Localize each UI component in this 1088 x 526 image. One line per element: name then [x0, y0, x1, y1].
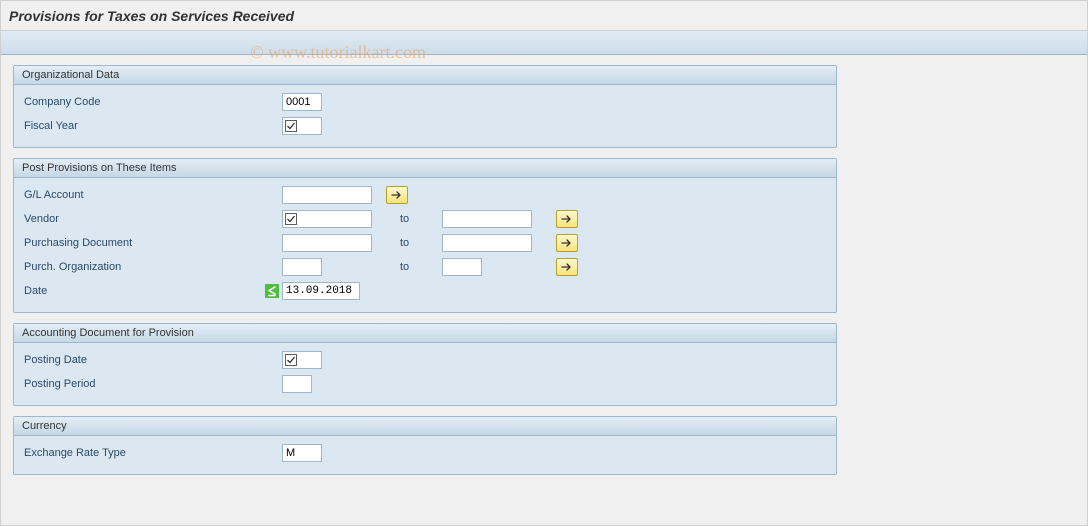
fiscal-year-input[interactable]	[282, 117, 322, 135]
vendor-to-input[interactable]	[442, 210, 532, 228]
page-title: Provisions for Taxes on Services Receive…	[9, 8, 294, 24]
purdoc-to-input[interactable]	[442, 234, 532, 252]
to-label: to	[392, 237, 442, 249]
porg-from-input[interactable]	[282, 258, 322, 276]
group-header: Currency	[14, 417, 836, 436]
group-header: Post Provisions on These Items	[14, 159, 836, 178]
main-area: Organizational Data Company Code Fiscal …	[1, 55, 849, 525]
arrow-right-icon	[561, 214, 573, 224]
company-code-label: Company Code	[22, 96, 182, 108]
checkmark-icon	[285, 120, 297, 132]
posting-date-label: Posting Date	[22, 354, 182, 366]
posting-period-label: Posting Period	[22, 378, 182, 390]
purdoc-label: Purchasing Document	[22, 237, 182, 249]
group-header: Organizational Data	[14, 66, 836, 85]
posting-date-input[interactable]	[282, 351, 322, 369]
group-currency: Currency Exchange Rate Type	[13, 416, 837, 475]
vendor-from-input[interactable]	[282, 210, 372, 228]
porg-multi-button[interactable]	[556, 258, 578, 276]
company-code-input[interactable]	[282, 93, 322, 111]
fiscal-year-label: Fiscal Year	[22, 120, 182, 132]
checkmark-icon	[285, 213, 297, 225]
posting-period-input[interactable]	[282, 375, 312, 393]
gl-account-input[interactable]	[282, 186, 372, 204]
toolbar	[1, 31, 1087, 55]
exrate-label: Exchange Rate Type	[22, 447, 182, 459]
purdoc-multi-button[interactable]	[556, 234, 578, 252]
gl-account-multi-button[interactable]	[386, 186, 408, 204]
checkmark-icon	[285, 354, 297, 366]
vendor-multi-button[interactable]	[556, 210, 578, 228]
group-accounting-document: Accounting Document for Provision Postin…	[13, 323, 837, 406]
exrate-input[interactable]	[282, 444, 322, 462]
arrow-right-icon	[391, 190, 403, 200]
date-label: Date	[22, 285, 182, 297]
porg-label: Purch. Organization	[22, 261, 182, 273]
gl-account-label: G/L Account	[22, 189, 182, 201]
porg-to-input[interactable]	[442, 258, 482, 276]
vendor-label: Vendor	[22, 213, 182, 225]
group-post-provisions: Post Provisions on These Items G/L Accou…	[13, 158, 837, 313]
group-organizational-data: Organizational Data Company Code Fiscal …	[13, 65, 837, 148]
less-or-equal-icon[interactable]	[264, 283, 280, 299]
to-label: to	[392, 261, 442, 273]
arrow-right-icon	[561, 238, 573, 248]
arrow-right-icon	[561, 262, 573, 272]
side-area	[849, 55, 1087, 525]
group-header: Accounting Document for Provision	[14, 324, 836, 343]
title-bar: Provisions for Taxes on Services Receive…	[1, 1, 1087, 31]
to-label: to	[392, 213, 442, 225]
purdoc-from-input[interactable]	[282, 234, 372, 252]
date-input[interactable]	[282, 282, 360, 300]
